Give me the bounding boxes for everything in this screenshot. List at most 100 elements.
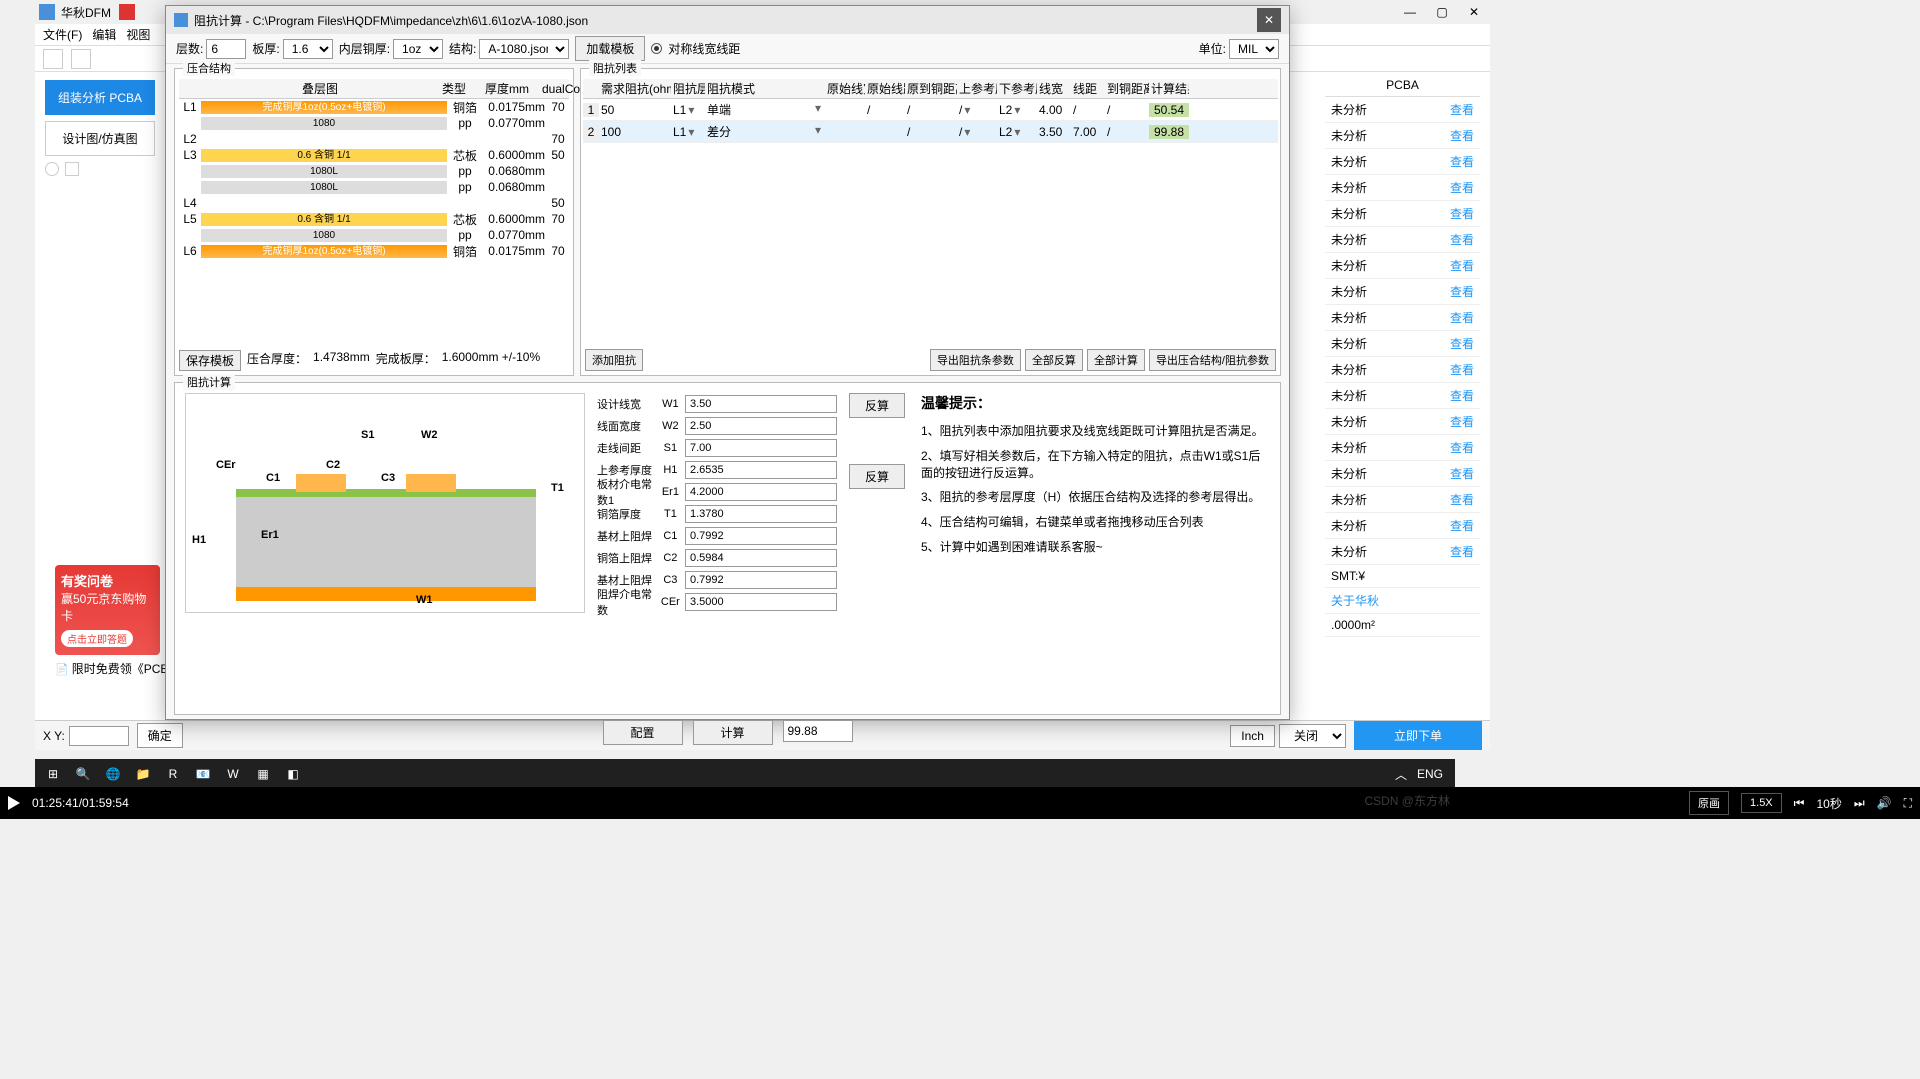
- pcba-analysis-button[interactable]: 组装分析 PCBA: [45, 80, 155, 115]
- save-template-button[interactable]: 保存模板: [179, 350, 241, 371]
- explorer-icon[interactable]: 📁: [129, 760, 157, 788]
- about-link[interactable]: 关于华秋: [1325, 588, 1480, 614]
- app-task-icon-3[interactable]: W: [219, 760, 247, 788]
- export-stack-button[interactable]: 导出压合结构/阻抗参数: [1149, 349, 1276, 371]
- design-sim-button[interactable]: 设计图/仿真图: [45, 121, 155, 156]
- speed-button[interactable]: 1.5X: [1741, 793, 1782, 813]
- result-row: 未分析查看: [1325, 123, 1480, 149]
- result-row: 未分析查看: [1325, 175, 1480, 201]
- param-input-Er1[interactable]: [685, 483, 837, 501]
- step-label: 10秒: [1816, 795, 1841, 812]
- param-input-T1[interactable]: [685, 505, 837, 523]
- stackup-row[interactable]: L270: [179, 131, 569, 147]
- stackup-footer: 保存模板 压合厚度：1.4738mm 完成板厚：1.6000mm +/-10%: [179, 350, 569, 371]
- left-sidebar: 组装分析 PCBA 设计图/仿真图: [35, 74, 165, 176]
- load-template-button[interactable]: 加载模板: [575, 36, 645, 61]
- calc-all-button[interactable]: 全部计算: [1087, 349, 1145, 371]
- toolbar-icon-2[interactable]: [71, 49, 91, 69]
- cross-section-diagram: S1 W2 W1 CEr C1 C2 C3 T1 H1 Er1: [185, 393, 585, 613]
- config-button[interactable]: 配置: [603, 720, 683, 745]
- calculate-button[interactable]: 计算: [693, 720, 773, 745]
- smt-row: SMT:¥: [1325, 565, 1480, 588]
- area-row: .0000m²: [1325, 614, 1480, 637]
- param-input-H1[interactable]: [685, 461, 837, 479]
- stackup-row[interactable]: L6完成铜厚1oz(0.5oz+电镀铜)铜箔0.0175mm70: [179, 243, 569, 259]
- close-icon[interactable]: ✕: [1462, 2, 1486, 22]
- param-input-W2[interactable]: [685, 417, 837, 435]
- volume-icon[interactable]: 🔊: [1877, 796, 1892, 810]
- stackup-row[interactable]: L1完成铜厚1oz(0.5oz+电镀铜)铜箔0.0175mm70: [179, 99, 569, 115]
- param-input-W1[interactable]: [685, 395, 837, 413]
- rewind-icon[interactable]: ⏮: [1794, 796, 1805, 811]
- dialog-titlebar: 阻抗计算 - C:\Program Files\HQDFM\impedance\…: [166, 6, 1289, 34]
- video-time: 01:25:41/01:59:54: [32, 796, 129, 810]
- reverse-button-S1[interactable]: 反算: [849, 464, 905, 489]
- symmetry-radio[interactable]: [651, 43, 662, 54]
- app-task-icon-4[interactable]: ▦: [249, 760, 277, 788]
- menu-edit[interactable]: 编辑: [92, 26, 116, 43]
- app-task-icon[interactable]: R: [159, 760, 187, 788]
- reverse-all-button[interactable]: 全部反算: [1025, 349, 1083, 371]
- param-row: 走线间距S1: [597, 437, 837, 459]
- reverse-button-W1[interactable]: 反算: [849, 393, 905, 418]
- app-task-icon-2[interactable]: 📧: [189, 760, 217, 788]
- app-task-icon-5[interactable]: ◧: [279, 760, 307, 788]
- result-row: 未分析查看: [1325, 383, 1480, 409]
- layers-input[interactable]: [206, 39, 246, 59]
- param-row: 阻焊介电常数CEr: [597, 591, 837, 613]
- param-input-C1[interactable]: [685, 527, 837, 545]
- param-input-CEr[interactable]: [685, 593, 837, 611]
- result-row: 未分析查看: [1325, 149, 1480, 175]
- tiny-icon-2[interactable]: [65, 162, 79, 176]
- forward-icon[interactable]: ⏭: [1854, 796, 1865, 811]
- maximize-icon[interactable]: ▢: [1430, 2, 1454, 22]
- stackup-row[interactable]: 1080Lpp0.0680mm: [179, 179, 569, 195]
- innercu-select[interactable]: 1oz: [393, 39, 443, 59]
- fullscreen-icon[interactable]: ⛶: [1904, 796, 1912, 811]
- param-input-S1[interactable]: [685, 439, 837, 457]
- result-row: 未分析查看: [1325, 279, 1480, 305]
- secondary-app-icon: [119, 4, 135, 20]
- minimize-icon[interactable]: —: [1398, 2, 1422, 22]
- stackup-row[interactable]: 1080pp0.0770mm: [179, 115, 569, 131]
- start-icon[interactable]: ⊞: [39, 760, 67, 788]
- menu-file[interactable]: 文件(F): [43, 26, 82, 43]
- tray-chevron-icon[interactable]: ︿: [1395, 766, 1407, 783]
- unit-select[interactable]: MIL: [1229, 39, 1279, 59]
- param-input-C2[interactable]: [685, 549, 837, 567]
- xy-input[interactable]: [69, 726, 129, 746]
- video-controls: 01:25:41/01:59:54 原画 1.5X ⏮ 10秒 ⏭ 🔊 ⛶: [0, 787, 1920, 819]
- edge-icon[interactable]: 🌐: [99, 760, 127, 788]
- stackup-row[interactable]: L30.6 含铜 1/1芯板0.6000mm50: [179, 147, 569, 163]
- order-button[interactable]: 立即下单: [1354, 721, 1482, 750]
- param-row: 板材介电常数1Er1: [597, 481, 837, 503]
- calc-footer: 配置 计算: [175, 714, 1280, 751]
- stackup-row[interactable]: L50.6 含铜 1/1芯板0.6000mm70: [179, 211, 569, 227]
- thickness-select[interactable]: 1.6: [283, 39, 333, 59]
- promo-card[interactable]: 有奖问卷 赢50元京东购物卡 点击立即答题: [55, 565, 160, 655]
- stackup-row[interactable]: 1080pp0.0770mm: [179, 227, 569, 243]
- struct-select[interactable]: A-1080.json: [479, 39, 569, 59]
- toolbar-icon-1[interactable]: [43, 49, 63, 69]
- result-output[interactable]: [783, 720, 853, 742]
- param-input-C3[interactable]: [685, 571, 837, 589]
- promo-link[interactable]: 📄 限时免费领《PCB: [55, 660, 168, 677]
- stackup-row[interactable]: L450: [179, 195, 569, 211]
- dialog-close-icon[interactable]: ✕: [1257, 8, 1281, 32]
- add-impedance-button[interactable]: 添加阻抗: [585, 349, 643, 371]
- tiny-icon-1[interactable]: [45, 162, 59, 176]
- export-params-button[interactable]: 导出阻抗条参数: [930, 349, 1021, 371]
- menu-view[interactable]: 视图: [126, 26, 150, 43]
- impedance-row[interactable]: 150L1▾单端▾///▾L2▾4.00//50.54: [583, 99, 1278, 121]
- result-row: 未分析查看: [1325, 331, 1480, 357]
- play-icon[interactable]: [8, 796, 20, 810]
- search-icon[interactable]: 🔍: [69, 760, 97, 788]
- close-select[interactable]: 关闭: [1279, 724, 1346, 748]
- lang-indicator[interactable]: ENG: [1417, 767, 1443, 781]
- result-header: PCBA: [1325, 74, 1480, 97]
- stackup-row[interactable]: 1080Lpp0.0680mm: [179, 163, 569, 179]
- tips-panel: 温馨提示： 1、阻抗列表中添加阻抗要求及线宽线距既可计算阻抗是否满足。2、填写好…: [921, 393, 1270, 704]
- impedance-row[interactable]: 2100L1▾差分▾//▾L2▾3.507.00/99.88: [583, 121, 1278, 143]
- result-row: 未分析查看: [1325, 305, 1480, 331]
- quality-button[interactable]: 原画: [1689, 791, 1729, 815]
